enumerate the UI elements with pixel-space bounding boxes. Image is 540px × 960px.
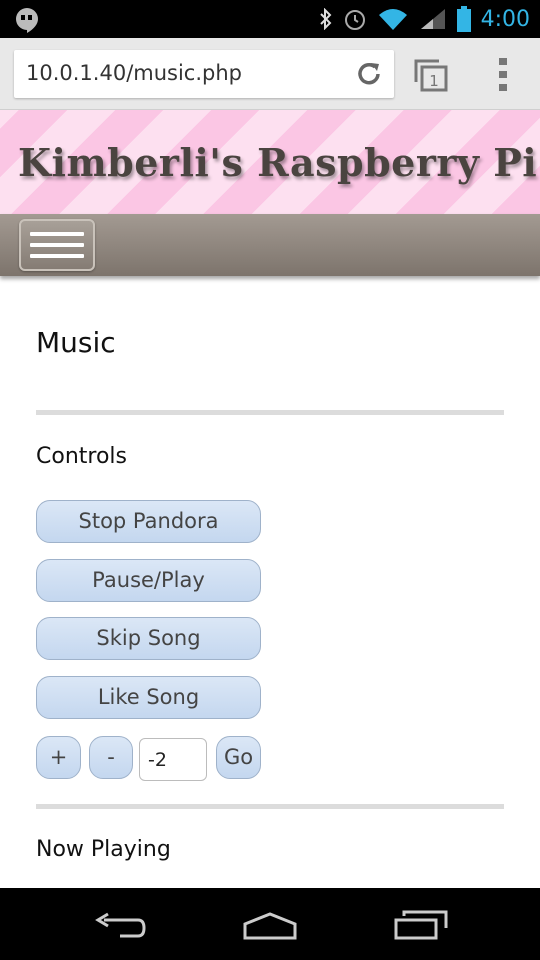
url-field[interactable]: 10.0.1.40/music.php <box>14 50 394 98</box>
signal-icon <box>420 9 445 29</box>
hamburger-bar <box>30 232 84 236</box>
hamburger-menu-button[interactable] <box>19 219 95 271</box>
nav-bar <box>0 214 540 276</box>
page-title: Music <box>36 326 116 359</box>
site-title[interactable]: Kimberli's Raspberry Pi <box>18 140 537 185</box>
bluetooth-icon <box>319 8 332 30</box>
tab-count: 1 <box>429 72 439 90</box>
back-icon[interactable] <box>94 912 146 940</box>
skip-song-button[interactable]: Skip Song <box>36 617 261 660</box>
browser-toolbar: 10.0.1.40/music.php 1 <box>0 38 540 110</box>
divider <box>36 804 504 809</box>
battery-icon <box>456 6 471 32</box>
hamburger-bar <box>30 243 84 247</box>
overflow-menu-icon[interactable] <box>496 58 512 92</box>
hamburger-bar <box>30 254 84 258</box>
clock: 4:00 <box>480 6 530 32</box>
status-icons: 4:00 <box>319 0 530 38</box>
reload-icon[interactable] <box>354 59 384 89</box>
wifi-icon <box>378 9 407 30</box>
pause-play-button[interactable]: Pause/Play <box>36 559 261 602</box>
system-navigation-bar <box>0 888 540 960</box>
home-icon[interactable] <box>242 912 298 940</box>
now-playing-heading: Now Playing <box>36 837 171 862</box>
divider <box>36 410 504 415</box>
hangouts-icon <box>16 8 38 33</box>
site-header: Kimberli's Raspberry Pi <box>0 110 540 214</box>
stop-pandora-button[interactable]: Stop Pandora <box>36 500 261 543</box>
volume-down-button[interactable]: - <box>89 736 133 779</box>
controls-heading: Controls <box>36 444 127 469</box>
volume-up-button[interactable]: + <box>36 736 81 779</box>
status-bar: 4:00 <box>0 0 540 38</box>
recent-apps-icon[interactable] <box>394 910 448 940</box>
go-button[interactable]: Go <box>216 736 261 779</box>
tabs-icon[interactable]: 1 <box>413 58 449 92</box>
url-text[interactable]: 10.0.1.40/music.php <box>26 61 242 85</box>
alarm-icon <box>344 10 365 30</box>
volume-input[interactable] <box>139 738 207 781</box>
like-song-button[interactable]: Like Song <box>36 676 261 719</box>
